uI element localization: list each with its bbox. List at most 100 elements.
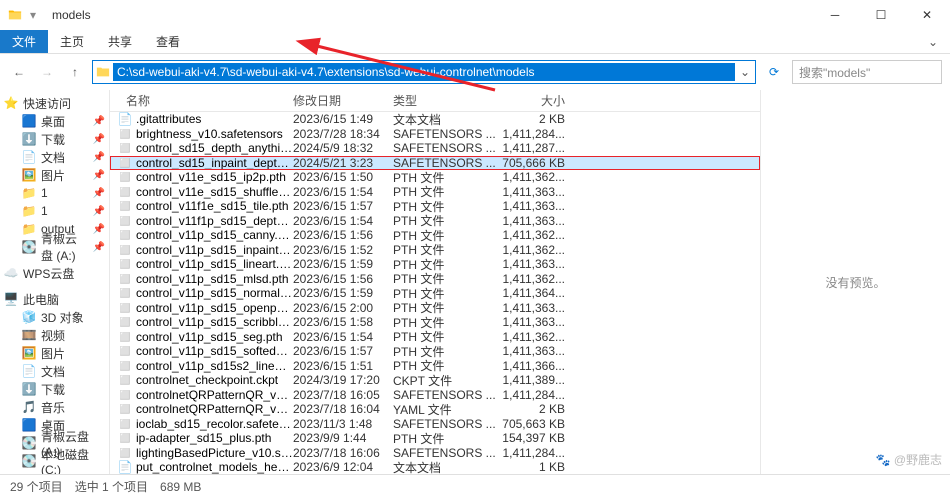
window-title: models [52,8,91,22]
sidebar-item[interactable]: 💽青椒云盘 (A:)📌 [0,238,109,256]
file-size: 1,411,284... [498,446,583,460]
file-name: controlnetQRPatternQR_v2Sd15.yaml [136,402,293,416]
nav-forward-button[interactable]: → [36,61,58,83]
file-size: 705,663 KB [498,417,583,431]
sidebar-item[interactable]: 🎵音乐 [0,398,109,416]
sidebar-item[interactable]: 🟦桌面📌 [0,112,109,130]
file-size: 2 KB [498,402,583,416]
file-row[interactable]: ◻️ control_sd15_depth_anything.safeten...… [110,141,760,156]
sidebar: ⭐ 快速访问 🟦桌面📌⬇️下载📌📄文档📌🖼️图片📌📁1📌📁1📌📁output📌💽… [0,90,110,474]
file-type: CKPT 文件 [393,372,498,389]
sidebar-wps[interactable]: ☁️ WPS云盘 [0,264,109,282]
sidebar-item[interactable]: 🎞️视频 [0,326,109,344]
file-icon: ◻️ [118,257,132,271]
file-row[interactable]: ◻️ip-adapter_sd15_plus.pth2023/9/9 1:44P… [110,431,760,446]
file-type: 文本文档 [393,112,498,128]
pin-icon: 📌 [93,170,105,181]
qat-separator: ▾ [26,8,40,22]
ribbon: 文件 主页 共享 查看 ⌄ [0,30,950,54]
file-row[interactable]: 📄.gitattributes2023/6/15 1:49文本文档2 KB [110,112,760,127]
file-name: control_v11p_sd15_normalbae.pth [136,286,293,300]
file-date: 2023/6/15 2:00 [293,301,393,315]
sidebar-item-label: 下载 [41,131,65,148]
file-date: 2023/6/15 1:54 [293,214,393,228]
sidebar-item[interactable]: 📄文档 [0,362,109,380]
file-name: control_v11e_sd15_shuffle.pth [136,185,293,199]
file-date: 2023/6/15 1:54 [293,185,393,199]
ribbon-tab-file[interactable]: 文件 [0,30,48,53]
pin-icon: 📌 [93,206,105,217]
close-button[interactable]: ✕ [904,0,950,30]
maximize-button[interactable]: ☐ [858,0,904,30]
sidebar-item[interactable]: 🧊3D 对象 [0,308,109,326]
file-row[interactable]: 📄put_controlnet_models_here.txt2023/6/9 … [110,460,760,474]
ribbon-tab-view[interactable]: 查看 [144,30,192,53]
file-name: control_v11f1e_sd15_tile.pth [136,199,289,213]
file-type: SAFETENSORS ... [393,156,498,170]
sidebar-item[interactable]: 🖼️ 图片 [0,344,109,362]
status-selected: 选中 1 个项目 [75,478,148,495]
column-date[interactable]: 修改日期 [293,92,393,109]
address-dropdown[interactable]: ⌄ [735,65,755,79]
file-date: 2023/6/15 1:51 [293,359,393,373]
sidebar-item[interactable]: ⬇️下载 [0,380,109,398]
column-size[interactable]: 大小 [498,92,583,109]
file-size: 1,411,362... [498,228,583,242]
address-path[interactable]: C:\sd-webui-aki-v4.7\sd-webui-aki-v4.7\e… [113,63,735,81]
column-type[interactable]: 类型 [393,92,498,109]
ribbon-tab-home[interactable]: 主页 [48,30,96,53]
sidebar-item[interactable]: 💽本地磁盘 (C:) [0,452,109,470]
nav-back-button[interactable]: ← [8,61,30,83]
ribbon-expand[interactable]: ⌄ [916,30,950,53]
file-icon: ◻️ [118,344,132,358]
file-row[interactable]: ◻️brightness_v10.safetensors2023/7/28 18… [110,127,760,142]
file-icon: 📄 [118,460,132,474]
ribbon-tab-share[interactable]: 共享 [96,30,144,53]
file-type: MD 文件 [393,473,498,474]
file-icon: ◻️ [118,286,132,300]
picture-icon: 🖼️ [22,346,36,360]
file-name: control_v11p_sd15_inpaint.pth [136,243,293,257]
file-row[interactable]: ◻️controlnetQRPatternQR_v2Sd15.yaml2023/… [110,402,760,417]
sidebar-thispc[interactable]: 🖥️ 此电脑 [0,290,109,308]
search-placeholder: 搜索"models" [799,64,870,81]
file-size: 1 KB [498,460,583,474]
file-name: control_sd15_inpaint_depth_hand_fp1... [136,156,293,170]
sidebar-item[interactable]: 🖼️图片📌 [0,166,109,184]
status-size: 689 MB [160,480,201,494]
sidebar-quick-access[interactable]: ⭐ 快速访问 [0,94,109,112]
file-name: brightness_v10.safetensors [136,127,283,141]
refresh-button[interactable]: ⟳ [762,60,786,84]
file-icon: ◻️ [118,243,132,257]
music-icon: 🎵 [22,400,36,414]
sidebar-item[interactable]: ⬇️下载📌 [0,130,109,148]
address-bar[interactable]: C:\sd-webui-aki-v4.7\sd-webui-aki-v4.7\e… [92,60,756,84]
minimize-button[interactable]: ─ [812,0,858,30]
folder-icon: 📁 [22,186,36,200]
file-size: 1,411,363... [498,257,583,271]
file-type: SAFETENSORS ... [393,141,498,155]
sidebar-item[interactable]: 📄文档📌 [0,148,109,166]
file-date: 2023/6/15 1:58 [293,315,393,329]
sidebar-item-label: 3D 对象 [41,309,84,326]
file-size: 1,411,363... [498,214,583,228]
file-size: 1,411,362... [498,272,583,286]
file-icon: ◻️ [118,141,132,155]
file-date: 2023/7/28 18:34 [293,127,393,141]
sidebar-item[interactable]: 📁1📌 [0,202,109,220]
file-row[interactable]: ◻️controlnet_checkpoint.ckpt2024/3/19 17… [110,373,760,388]
desktop-icon: 🟦 [22,114,36,128]
file-icon: ◻️ [118,417,132,431]
file-name: control_v11p_sd15_openpose.pth [136,301,293,315]
column-name[interactable]: 名称 [118,92,293,109]
sidebar-item[interactable]: 📁1📌 [0,184,109,202]
file-date: 2023/6/15 1:59 [293,257,393,271]
paw-icon: 🐾 [876,453,891,467]
folder-icon: 📁 [22,204,36,218]
search-input[interactable]: 搜索"models" [792,60,942,84]
file-name: control_sd15_depth_anything.safeten... [136,141,293,155]
file-icon: ◻️ [118,156,132,170]
sidebar-item-label: 图片 [41,345,65,362]
file-date: 2024/3/19 17:20 [293,373,393,387]
nav-up-button[interactable]: ↑ [64,61,86,83]
